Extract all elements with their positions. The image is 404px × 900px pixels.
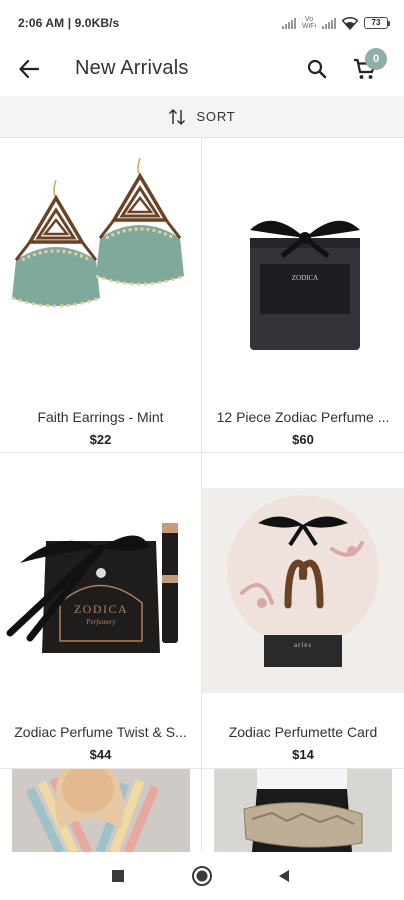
product-name: Faith Earrings - Mint <box>37 409 164 425</box>
status-bar: 2:06 AM | 9.0KB/s Vo WiFi 73 <box>0 0 404 46</box>
product-image-perfume-twist: ZODICA Perfumery <box>6 523 178 653</box>
product-card-partial-left[interactable] <box>0 769 202 852</box>
wifi-icon <box>342 16 358 30</box>
product-card-partial-right[interactable] <box>202 769 404 852</box>
battery-level: 73 <box>364 17 388 29</box>
product-name: Zodiac Perfume Twist & S... <box>14 724 187 740</box>
sort-bar[interactable]: SORT <box>0 96 404 138</box>
back-nav-icon <box>279 870 289 882</box>
battery-icon: 73 <box>364 17 390 29</box>
twist-box-brand: ZODICA <box>74 602 128 616</box>
status-icons: Vo WiFi 73 <box>282 16 390 30</box>
product-name: Zodiac Perfumette Card <box>228 724 378 740</box>
search-button[interactable] <box>302 54 332 84</box>
arrow-back-icon <box>19 59 40 79</box>
sort-label: SORT <box>196 109 236 124</box>
product-name: 12 Piece Zodiac Perfume ... <box>216 409 390 425</box>
product-card-faith-earrings[interactable]: Faith Earrings - Mint $22 <box>0 138 202 453</box>
search-icon <box>307 59 327 79</box>
back-button[interactable] <box>14 54 44 84</box>
page-title: New Arrivals <box>75 57 189 79</box>
home-button[interactable] <box>190 864 214 888</box>
signal-icon-2 <box>322 17 336 29</box>
product-image-perfumette-card: aries <box>202 488 404 693</box>
product-image-earrings <box>11 157 185 308</box>
twist-box-subtitle: Perfumery <box>85 618 116 626</box>
product-price: $60 <box>292 432 314 447</box>
product-image-striped-top <box>12 769 190 852</box>
sort-icon <box>169 108 186 125</box>
product-card-zodiac-perfumette[interactable]: aries Zodiac Perfumette Card $14 <box>202 453 404 769</box>
product-price: $22 <box>89 432 112 447</box>
app-bar: New Arrivals <box>0 46 404 92</box>
status-time-speed: 2:06 AM | 9.0KB/s <box>18 16 120 30</box>
product-image-snakeskin-clutch <box>214 769 392 852</box>
product-price: $14 <box>292 747 314 762</box>
recent-apps-icon <box>112 870 124 882</box>
cart-count-badge[interactable]: 0 <box>365 48 387 70</box>
vowifi-label: Vo WiFi <box>302 16 316 30</box>
recent-apps-button[interactable] <box>106 864 130 888</box>
back-nav-button[interactable] <box>272 864 296 888</box>
system-nav-bar <box>0 852 404 900</box>
home-icon <box>192 866 212 886</box>
product-card-zodiac-perfume-twist[interactable]: ZODICA Perfumery Zodiac Perfume Twist & … <box>0 453 202 769</box>
product-price: $44 <box>89 747 112 762</box>
signal-icon <box>282 17 296 29</box>
card-sign-text: aries <box>294 641 312 649</box>
box-brand-text: ZODICA <box>292 274 318 282</box>
product-card-zodiac-perfume-12[interactable]: ZODICA 12 Piece Zodiac Perfume ... $60 <box>202 138 404 453</box>
product-image-perfume-box: ZODICA <box>250 220 360 350</box>
